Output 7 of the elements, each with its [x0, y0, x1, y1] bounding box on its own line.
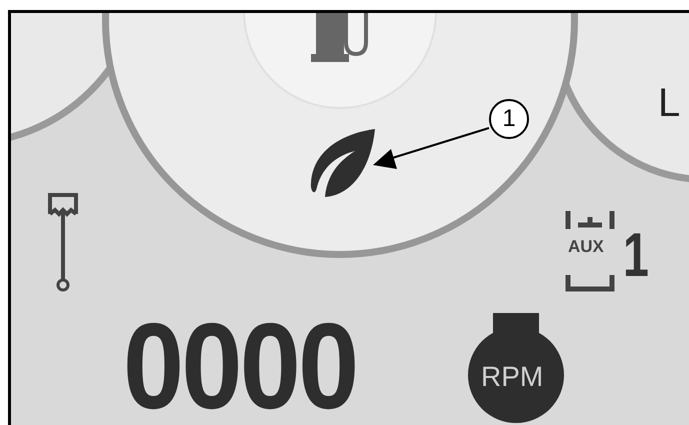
implement-icon	[47, 192, 79, 292]
gauge-label: L	[658, 83, 680, 123]
callout-number: 1	[502, 107, 516, 131]
rpm-unit: RPM	[481, 363, 544, 391]
aux-label: AUX	[568, 238, 604, 255]
aux-number: 1	[623, 225, 649, 287]
engine-speed-value: 0000	[123, 305, 356, 425]
